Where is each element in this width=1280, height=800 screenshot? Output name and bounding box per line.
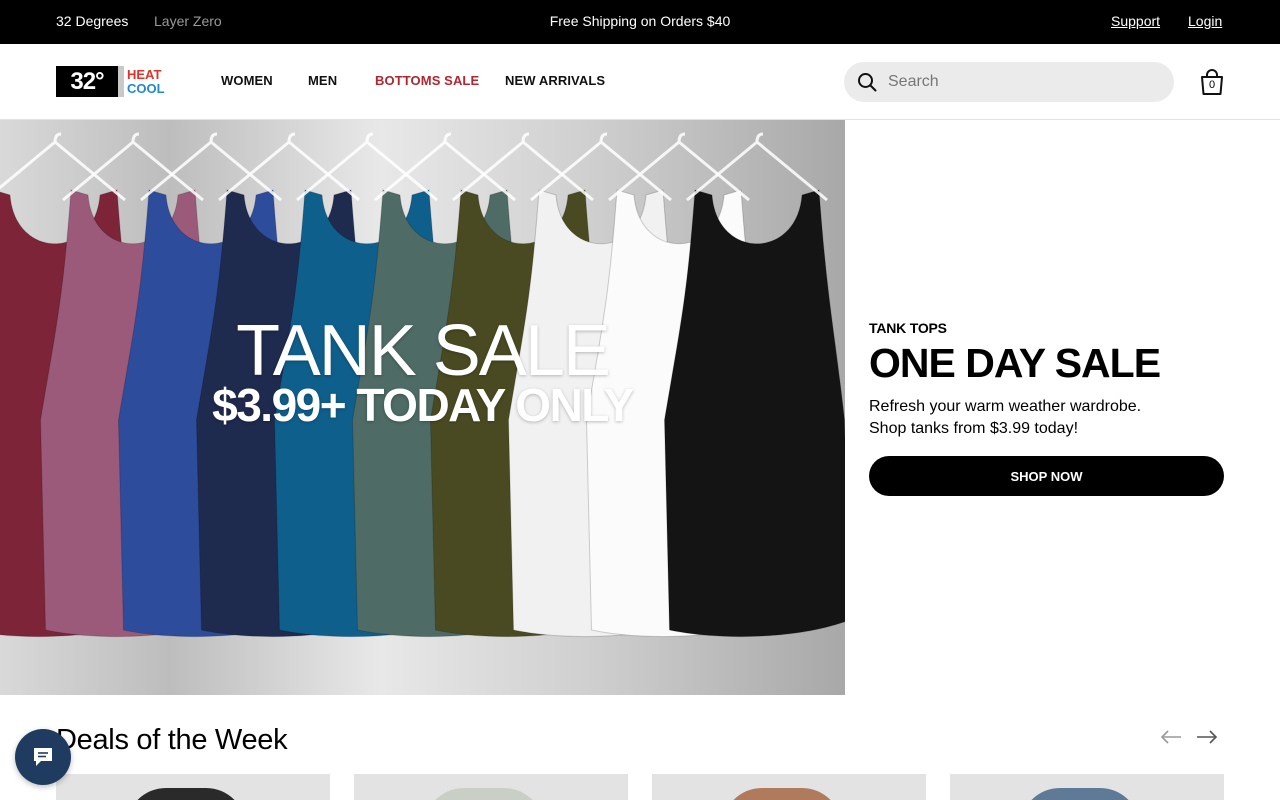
hero-banner-image[interactable]: TANK SALE $3.99+ TODAY ONLY <box>0 120 845 695</box>
logo-heat-text: HEAT <box>127 66 162 82</box>
logo-number: 32° <box>56 66 118 97</box>
hero-description-line-1: Refresh your warm weather wardrobe. <box>869 398 1142 415</box>
hero-copy: TANK TOPS ONE DAY SALE Refresh your warm… <box>869 320 1229 440</box>
product-image <box>722 788 842 800</box>
shipping-promo-text: Free Shipping on Orders $40 <box>549 13 731 29</box>
product-image <box>1020 788 1140 800</box>
search-icon[interactable] <box>857 72 877 92</box>
hero-headline: ONE DAY SALE <box>869 340 1161 386</box>
nav-item-bottoms-sale[interactable]: BOTTOMS SALE <box>375 73 479 88</box>
product-card[interactable] <box>354 774 628 800</box>
cart-count: 0 <box>1208 79 1216 91</box>
top-announcement-bar: 32 Degrees Layer Zero Free Shipping on O… <box>0 0 1280 44</box>
product-image <box>424 788 544 800</box>
product-image <box>126 788 246 800</box>
chat-widget-button[interactable] <box>15 729 71 785</box>
search-box[interactable] <box>844 62 1174 102</box>
search-input[interactable] <box>888 62 1158 102</box>
login-link[interactable]: Login <box>1188 13 1222 29</box>
nav-item-new-arrivals[interactable]: NEW ARRIVALS <box>505 73 605 88</box>
nav-item-women[interactable]: WOMEN <box>221 73 273 88</box>
brand-link-32-degrees[interactable]: 32 Degrees <box>56 13 128 29</box>
hero-description: Refresh your warm weather wardrobe. Shop… <box>869 396 1229 440</box>
hero-image-subtitle: $3.99+ TODAY ONLY <box>212 379 634 431</box>
deals-section-title: Deals of the Week <box>56 724 288 756</box>
logo-words: HEAT COOL <box>124 66 182 97</box>
product-card[interactable] <box>950 774 1224 800</box>
nav-item-men[interactable]: MEN <box>308 73 337 88</box>
shop-now-button[interactable]: SHOP NOW <box>869 456 1224 496</box>
site-logo[interactable]: 32° HEAT COOL <box>56 66 182 97</box>
logo-cool-text: COOL <box>127 80 165 96</box>
product-card[interactable] <box>56 774 330 800</box>
chat-bubble-icon <box>34 748 52 766</box>
arrow-left-icon[interactable] <box>1160 727 1182 747</box>
hero-eyebrow: TANK TOPS <box>869 320 947 336</box>
arrow-right-icon[interactable] <box>1196 727 1218 747</box>
product-card[interactable] <box>652 774 926 800</box>
site-header: 32° HEAT COOL WOMEN MEN BOTTOMS SALE NEW… <box>0 44 1280 120</box>
hero-description-line-2: Shop tanks from $3.99 today! <box>869 420 1079 437</box>
brand-link-layer-zero[interactable]: Layer Zero <box>154 13 222 29</box>
cart-button[interactable]: 0 <box>1199 68 1225 96</box>
support-link[interactable]: Support <box>1111 13 1160 29</box>
